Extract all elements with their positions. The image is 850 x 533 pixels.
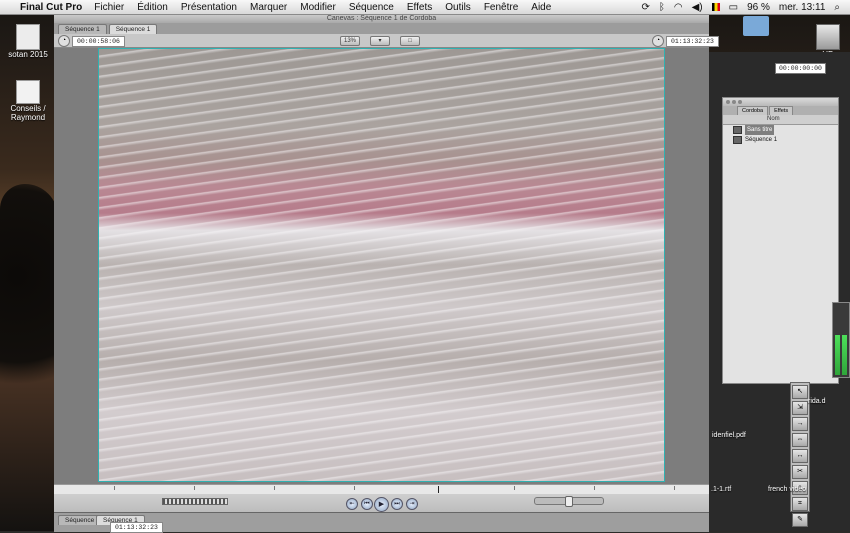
canvas-control-bar: ◔ 00:00:58:06 13% ▾ □ ◔ 01:13:32:23 — [54, 34, 719, 48]
edit-select-tool-icon[interactable]: ⇲ — [792, 401, 808, 415]
view-popup[interactable]: ▾ — [370, 36, 390, 46]
crop-tool-icon[interactable]: ⌗ — [792, 497, 808, 511]
shuttle-control[interactable] — [162, 498, 228, 505]
desktop-file[interactable]: idenfiel.pdf — [712, 432, 746, 439]
hard-drive-icon — [816, 24, 840, 50]
timeline-timecode[interactable]: 01:13:32:23 — [110, 522, 163, 533]
desktop-file[interactable]: french video — [768, 486, 806, 493]
browser-tabs: Cordoba Effets — [723, 106, 838, 115]
menu-edition[interactable]: Édition — [137, 2, 168, 13]
close-icon[interactable] — [726, 100, 730, 104]
canvas-window: Canevas : Séquence 1 de Cordoba Séquence… — [54, 14, 719, 531]
pen-tool-icon[interactable]: ✎ — [792, 513, 808, 527]
next-edit-icon[interactable]: ⏭ — [391, 498, 403, 510]
flag-icon[interactable] — [711, 3, 720, 11]
scrubber-tick — [594, 486, 595, 490]
spotlight-icon[interactable]: ⌕ — [834, 2, 840, 13]
roll-tool-icon[interactable]: ⇔ — [792, 433, 808, 447]
audio-meter — [832, 302, 850, 378]
menu-fenetre[interactable]: Fenêtre — [484, 2, 518, 13]
tab-cordoba[interactable]: Cordoba — [737, 106, 769, 115]
menu-aide[interactable]: Aide — [531, 2, 551, 13]
meter-bar-right — [842, 335, 847, 375]
canvas-tabs: Séquence 1 Séquence 1 — [54, 23, 709, 34]
playhead[interactable] — [438, 486, 439, 493]
overlay-popup-icon[interactable]: □ — [400, 36, 420, 46]
sequence-icon — [733, 136, 742, 144]
bluetooth-icon[interactable]: ᛒ — [659, 2, 665, 13]
play-in-to-out-icon[interactable]: ⇤ — [346, 498, 358, 510]
viewer-timecode[interactable]: 00:00:00:00 — [775, 63, 826, 74]
menu-outils[interactable]: Outils — [445, 2, 471, 13]
meter-bar-left — [835, 335, 840, 375]
razor-tool-icon[interactable]: ✂ — [792, 465, 808, 479]
menu-app-name[interactable]: Final Cut Pro — [20, 2, 82, 13]
list-item-label: Sans titre — [745, 125, 775, 135]
tab-effets[interactable]: Effets — [769, 106, 794, 115]
desktop-folder[interactable] — [740, 16, 772, 36]
minimize-icon[interactable] — [732, 100, 736, 104]
airport-icon[interactable]: ◠ — [674, 2, 683, 13]
scrubber-tick — [514, 486, 515, 490]
previous-edit-icon[interactable]: ⏮ — [361, 498, 373, 510]
tree-silhouette — [0, 184, 58, 414]
volume-icon[interactable]: ◀) — [692, 2, 703, 13]
document-icon — [16, 80, 40, 104]
slip-tool-icon[interactable]: ↔ — [792, 449, 808, 463]
video-frame[interactable] — [98, 48, 665, 482]
menu-effets[interactable]: Effets — [407, 2, 432, 13]
battery-percent: 96 % — [747, 1, 770, 13]
jog-control[interactable] — [534, 496, 604, 507]
menu-presentation[interactable]: Présentation — [181, 2, 237, 13]
scrubber-tick — [674, 486, 675, 490]
timecode-duration-icon[interactable]: ◔ — [58, 35, 70, 47]
desktop-icon-conseils[interactable]: Conseils / Raymond — [2, 80, 54, 122]
canvas-title[interactable]: Canevas : Séquence 1 de Cordoba — [54, 14, 709, 23]
folder-icon — [743, 16, 769, 36]
tab-sequence-1-active[interactable]: Séquence 1 — [108, 24, 158, 34]
menu-bar: Final Cut Pro Fichier Édition Présentati… — [0, 0, 850, 15]
current-timecode[interactable]: 01:13:32:23 — [666, 36, 719, 47]
play-around-icon[interactable]: ⇥ — [406, 498, 418, 510]
menu-extras: ⟳ ᛒ ◠ ◀) ▭ 96 % mer. 13:11 ⌕ — [641, 0, 850, 14]
desktop-file[interactable]: .1-1.rtf — [711, 486, 731, 493]
desktop-file[interactable]: rida.d — [808, 398, 826, 405]
list-item[interactable]: Sans titre — [723, 125, 838, 135]
zoom-popup[interactable]: 13% — [340, 36, 360, 46]
list-item[interactable]: Séquence 1 — [723, 135, 838, 145]
desktop-icon-label: sotan 2015 — [8, 50, 48, 59]
scrubber-tick — [194, 486, 195, 490]
scrubber-tick — [114, 486, 115, 490]
column-header-nom[interactable]: Nom — [723, 115, 838, 125]
timecode-duration[interactable]: 00:00:58:06 — [72, 36, 125, 47]
list-item-label: Séquence 1 — [745, 137, 778, 143]
menu-clock[interactable]: mer. 13:11 — [779, 2, 826, 13]
document-icon — [16, 24, 40, 50]
battery-icon[interactable]: ▭ — [729, 2, 738, 13]
sync-icon[interactable]: ⟳ — [641, 2, 649, 13]
browser-titlebar[interactable] — [723, 98, 838, 106]
selection-tool-icon[interactable]: ↖ — [792, 385, 808, 399]
play-icon[interactable]: ▶ — [374, 497, 389, 512]
browser-window: Cordoba Effets Nom Sans titre Séquence 1 — [722, 97, 839, 384]
track-select-tool-icon[interactable]: → — [792, 417, 808, 431]
current-timecode-icon[interactable]: ◔ — [652, 35, 664, 47]
timeline-window: Séquence 1 Séquence 1 01:13:32:23 — [54, 512, 709, 533]
tab-sequence-1[interactable]: Séquence 1 — [58, 24, 107, 34]
menu-sequence[interactable]: Séquence — [349, 2, 394, 13]
desktop-icon-label: Conseils / Raymond — [10, 104, 46, 122]
menu-modifier[interactable]: Modifier — [300, 2, 336, 13]
desktop-icon-sotan[interactable]: sotan 2015 — [2, 24, 54, 59]
scrubber-tick — [274, 486, 275, 490]
menu-fichier[interactable]: Fichier — [94, 2, 124, 13]
bin-icon — [733, 126, 742, 134]
scrubber-tick — [354, 486, 355, 490]
zoom-icon[interactable] — [738, 100, 742, 104]
menu-marquer[interactable]: Marquer — [250, 2, 287, 13]
